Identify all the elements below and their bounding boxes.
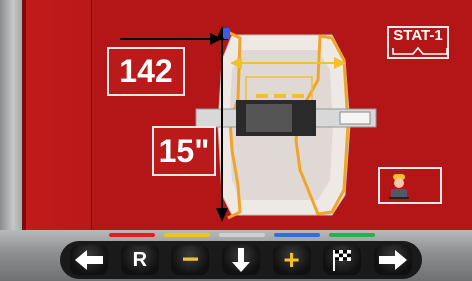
distance-value-box: 142 [107,47,185,96]
color-tab-blue [274,233,320,237]
shaft-end [339,111,371,125]
minus-icon: − [181,243,200,276]
operator-icon [389,174,409,199]
arrow-left-key[interactable] [70,245,109,275]
shaft-collar [246,104,292,132]
r-key-label: R [132,248,148,271]
sensor-marker [223,28,230,39]
plus-key[interactable]: + [272,244,311,275]
color-tab-yellow [164,233,210,237]
key-row: R − + [60,241,422,279]
arrow-down-key[interactable] [221,245,260,275]
distance-value: 142 [119,53,173,89]
diameter-value-box: 15" [152,126,216,176]
checkered-flag-icon [333,250,352,271]
minus-key[interactable]: − [171,243,210,276]
flag-key[interactable] [323,245,362,275]
color-tab-red [109,233,155,237]
stat-label: STAT-1 [393,27,443,44]
color-tabs [109,233,375,237]
color-tab-green [329,233,375,237]
arrow-right-icon [378,250,407,270]
color-tab-grey [219,233,265,237]
arrow-left-icon [75,250,104,270]
stat-profile-icon [392,46,448,55]
r-key[interactable]: R [120,245,159,275]
operator-box[interactable] [378,167,442,204]
arrow-down-icon [231,248,250,272]
stat-box[interactable]: STAT-1 [387,26,449,59]
diameter-value: 15" [158,132,210,169]
diameter-arrow-bottom-head [216,208,228,222]
plus-icon: + [283,244,300,275]
arrow-right-key[interactable] [373,245,412,275]
